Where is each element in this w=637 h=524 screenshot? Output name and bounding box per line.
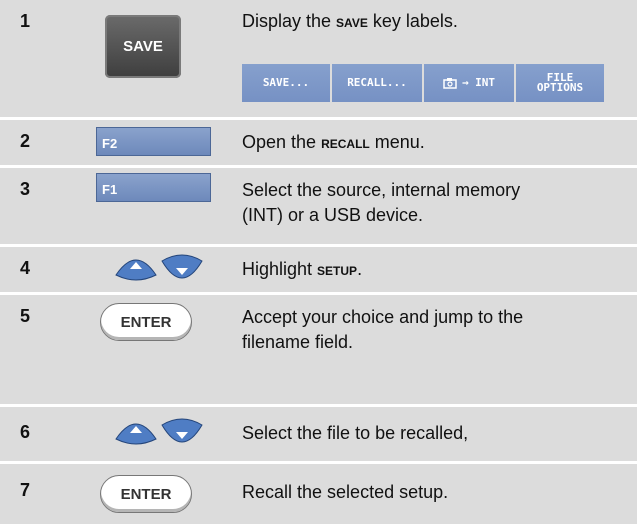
camera-icon — [443, 78, 457, 89]
step-number: 2 — [20, 131, 31, 151]
step-row-1: 1 SAVE Display the SAVE key labels. SAVE… — [0, 0, 637, 117]
arrow-keys[interactable] — [114, 415, 204, 449]
arrow-up-icon — [115, 259, 157, 281]
step-row-4: 4 Highlight SETUP. — [0, 247, 637, 292]
step-description: Open the RECALL menu. — [242, 132, 425, 152]
step-number: 5 — [20, 306, 31, 326]
step-row-2: 2 F2 Open the RECALL menu. — [0, 120, 637, 165]
step-description: Accept your choice and jump to the filena… — [242, 307, 524, 352]
softkey-camera-int[interactable]: → INT — [424, 64, 514, 102]
key-label: SAVE — [123, 38, 163, 55]
step-description: Select the file to be recalled, — [242, 423, 469, 443]
enter-key[interactable]: ENTER — [100, 303, 192, 341]
step-row-5: 5 ENTER Accept your choice and jump to t… — [0, 295, 637, 404]
softkey-save[interactable]: SAVE... — [242, 64, 330, 102]
arrow-down-icon — [161, 418, 203, 443]
save-key[interactable]: SAVE — [105, 15, 181, 78]
step-row-7: 7 ENTER Recall the selected setup. — [0, 464, 637, 524]
f2-key[interactable]: F2 — [96, 127, 211, 156]
step-number: 3 — [20, 179, 31, 199]
step-description: Highlight SETUP. — [242, 259, 363, 279]
softkey-file-options[interactable]: FILE OPTIONS — [516, 64, 604, 102]
step-description: Recall the selected setup. — [242, 482, 449, 502]
step-row-3: 3 F1 Select the source, internal memory(… — [0, 168, 637, 244]
step-description: Display the SAVE key labels. — [242, 11, 458, 31]
step-number: 1 — [20, 11, 31, 31]
arrow-up-icon — [115, 423, 157, 445]
softkey-recall[interactable]: RECALL... — [332, 64, 422, 102]
arrow-down-icon — [161, 254, 203, 279]
arrow-keys[interactable] — [114, 251, 204, 285]
step-number: 6 — [20, 422, 31, 442]
softkey-bar: SAVE... RECALL... → INT FILE OPTIONS — [242, 64, 606, 102]
f1-key[interactable]: F1 — [96, 173, 211, 202]
step-number: 7 — [20, 480, 31, 500]
enter-key[interactable]: ENTER — [100, 475, 192, 513]
step-row-6: 6 Select the file to be recalled, — [0, 407, 637, 461]
step-description: Select the source, internal memory (INT) … — [242, 180, 521, 225]
step-number: 4 — [20, 258, 31, 278]
